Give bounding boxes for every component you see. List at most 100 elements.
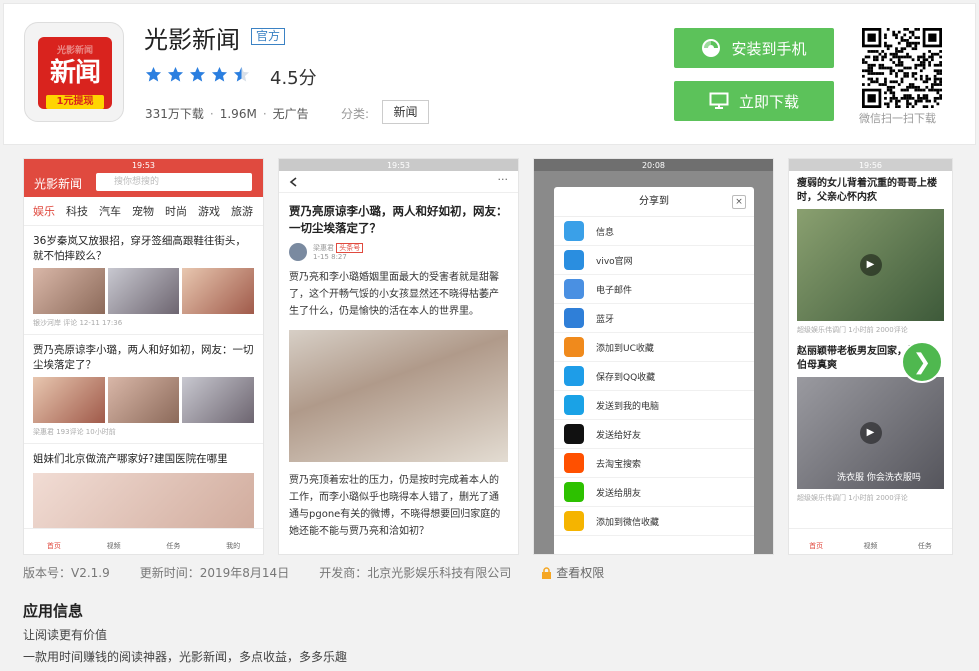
app-info-line-2: 一款用时间赚钱的阅读神器，光影新闻，多点收益，多多乐趣 — [23, 650, 348, 664]
share-item: 发送给好友 — [554, 420, 754, 449]
share-app-icon — [564, 482, 584, 502]
share-app-icon — [564, 221, 584, 241]
news-photo — [182, 268, 255, 314]
category-tab: 旅游 — [231, 205, 253, 218]
download-label: 立即下载 — [738, 92, 799, 111]
status-bar: 19:53 — [24, 159, 263, 171]
news-source: 超级娱乐伟调门 1小时前 2000评论 — [797, 494, 908, 502]
next-screenshot-button[interactable]: ❯ — [901, 341, 943, 383]
view-permissions-link[interactable]: 查看权限 — [541, 564, 604, 581]
share-item-label: vivo官网 — [596, 256, 633, 267]
author-name: 梁惠君 — [313, 244, 334, 252]
permissions-label: 查看权限 — [556, 566, 605, 580]
install-label: 安装到手机 — [731, 39, 807, 58]
app-info-title: 应用信息 — [23, 602, 84, 620]
share-item-label: 保存到QQ收藏 — [596, 372, 656, 383]
share-item-label: 信息 — [596, 227, 615, 238]
s4-tabbar: 首页 视频 任务 — [789, 528, 952, 554]
article-paragraph: 贾乃亮顶着宏壮的压力，仍是按时完成着本人的工作，而李小璐似乎也晓得本人错了，删光… — [289, 475, 501, 537]
news-photo — [182, 377, 255, 423]
share-item-label: 发送给朋友 — [596, 488, 642, 499]
screenshot-1[interactable]: 19:53 光影新闻 搜你想搜的 娱乐 科技 汽车 宠物 时尚 游戏 旅游 36岁秦岚又放狠… — [23, 158, 264, 555]
status-time: 20:08 — [641, 160, 666, 170]
share-item: 发送给朋友 — [554, 478, 754, 507]
s1-topbar: 19:53 光影新闻 搜你想搜的 — [24, 159, 263, 197]
share-app-icon — [564, 395, 584, 415]
share-app-icon — [564, 511, 584, 531]
news-photo — [33, 377, 105, 423]
share-item-label: 去淘宝搜索 — [596, 459, 642, 470]
article-author: 梁惠君 头条号 1-15 8:27 — [279, 243, 518, 269]
s1-news-2: 贾乃亮原谅李小璐，两人和好如初，网友：一切尘埃落定了？ 梁惠君 193评论 10… — [24, 334, 263, 443]
qr-caption: 微信扫一扫下载 — [859, 112, 936, 125]
star-icon — [233, 66, 250, 83]
separator-dot: · — [209, 106, 214, 121]
screenshot-gallery[interactable]: 19:53 光影新闻 搜你想搜的 娱乐 科技 汽车 宠物 时尚 游戏 旅游 36岁秦岚又放狠… — [23, 158, 953, 555]
screenshot-2[interactable]: 19:53 ··· 贾乃亮原谅李小璐，两人和好如初，网友：一切尘埃落定了？ 梁惠… — [278, 158, 519, 555]
share-item: vivo官网 — [554, 246, 754, 275]
app-icon: 光影新闻 新闻 1元提现 — [24, 22, 124, 122]
share-sheet: 分享到 × 信息 vivo官网 电子邮件蓝牙添加到UC收藏 保存到QQ收藏 发送到我的电脑… — [554, 187, 754, 554]
article-title: 贾乃亮原谅李小璐，两人和好如初，网友：一切尘埃落定了？ — [289, 204, 508, 235]
image-row — [24, 373, 263, 427]
share-item: 电子邮件 — [554, 275, 754, 304]
share-item: 添加到微信收藏 — [554, 507, 754, 536]
developer-text: 开发商：北京光影娱乐科技有限公司 — [319, 566, 512, 580]
install-to-phone-button[interactable]: 安装到手机 — [674, 28, 834, 68]
ads-info: 无广告 — [272, 107, 309, 121]
tab-item: 任务 — [166, 542, 181, 550]
share-item: 添加到UC收藏 — [554, 333, 754, 362]
share-item: 蓝牙 — [554, 304, 754, 333]
share-app-icon — [564, 308, 584, 328]
app-icon-text: 新闻 — [49, 58, 101, 88]
app-info-line-1: 让阅读更有价值 — [23, 628, 108, 642]
image-row — [24, 264, 263, 318]
s2-nav: ··· — [279, 171, 518, 193]
s1-search: 搜你想搜的 — [96, 173, 252, 191]
video-caption: 洗衣服 你会洗衣服吗 — [837, 473, 921, 483]
app-size: 1.96M — [219, 106, 257, 121]
category-tab: 科技 — [66, 205, 88, 218]
star-icon — [189, 66, 206, 83]
app-header: 光影新闻 新闻 1元提现 光影新闻 官方 4.5分 331万下载 · 1.96M… — [3, 3, 976, 145]
share-item-label: 发送到我的电脑 — [596, 401, 660, 412]
category-tag[interactable]: 新闻 — [382, 100, 429, 124]
share-item: 信息 — [554, 217, 754, 246]
share-list: 信息 vivo官网 电子邮件蓝牙添加到UC收藏 保存到QQ收藏 发送到我的电脑发送给好友… — [554, 217, 754, 536]
category-tab: 宠物 — [132, 205, 154, 218]
app-meta: 331万下载 · 1.96M · 无广告 — [145, 105, 309, 122]
author-info: 梁惠君 头条号 1-15 8:27 — [313, 243, 364, 261]
tab-item: 视频 — [863, 542, 878, 550]
status-time: 19:53 — [386, 160, 411, 170]
share-item-label: 添加到微信收藏 — [596, 517, 660, 528]
author-tag: 头条号 — [336, 243, 364, 253]
share-item-label: 添加到UC收藏 — [596, 343, 654, 354]
news-source: 梁惠君 193评论 10小时前 — [33, 428, 116, 436]
screenshot-3[interactable]: 20:08 分享到 × 信息 vivo官网 电子邮件 蓝牙 添加到UC收藏 保存到QQ收藏发… — [533, 158, 774, 555]
author-avatar — [289, 243, 307, 261]
app-icon-tag: 1元提现 — [46, 95, 104, 109]
status-bar: 19:53 — [279, 159, 518, 171]
app-details: 版本号：V2.1.9 更新时间：2019年8月14日 开发商：北京光影娱乐科技有… — [23, 564, 604, 581]
play-icon: ▶ — [859, 422, 882, 444]
category-tab: 时尚 — [165, 205, 187, 218]
share-app-icon — [564, 337, 584, 357]
share-title: 分享到 × — [554, 187, 754, 217]
rating-text: 4.5分 — [270, 68, 317, 89]
s1-brand: 光影新闻 — [34, 177, 83, 191]
share-app-icon — [564, 279, 584, 299]
news-photo — [107, 268, 180, 314]
s1-tabbar: 首页 视频 任务 我的 — [24, 528, 263, 554]
version-text: 版本号：V2.1.9 — [23, 566, 110, 580]
share-app-icon — [564, 453, 584, 473]
news-source: 银沙河岸 评论 12-11 17:36 — [33, 319, 123, 327]
share-item-label: 电子邮件 — [596, 285, 633, 296]
close-icon: × — [732, 195, 746, 209]
share-app-icon — [564, 250, 584, 270]
star-icon — [167, 66, 184, 83]
download-now-button[interactable]: 立即下载 — [674, 81, 834, 121]
category-tab: 游戏 — [198, 205, 220, 218]
share-item: 去淘宝搜索 — [554, 449, 754, 478]
status-bar: 19:56 — [789, 159, 952, 171]
share-item-label: 蓝牙 — [596, 314, 615, 325]
